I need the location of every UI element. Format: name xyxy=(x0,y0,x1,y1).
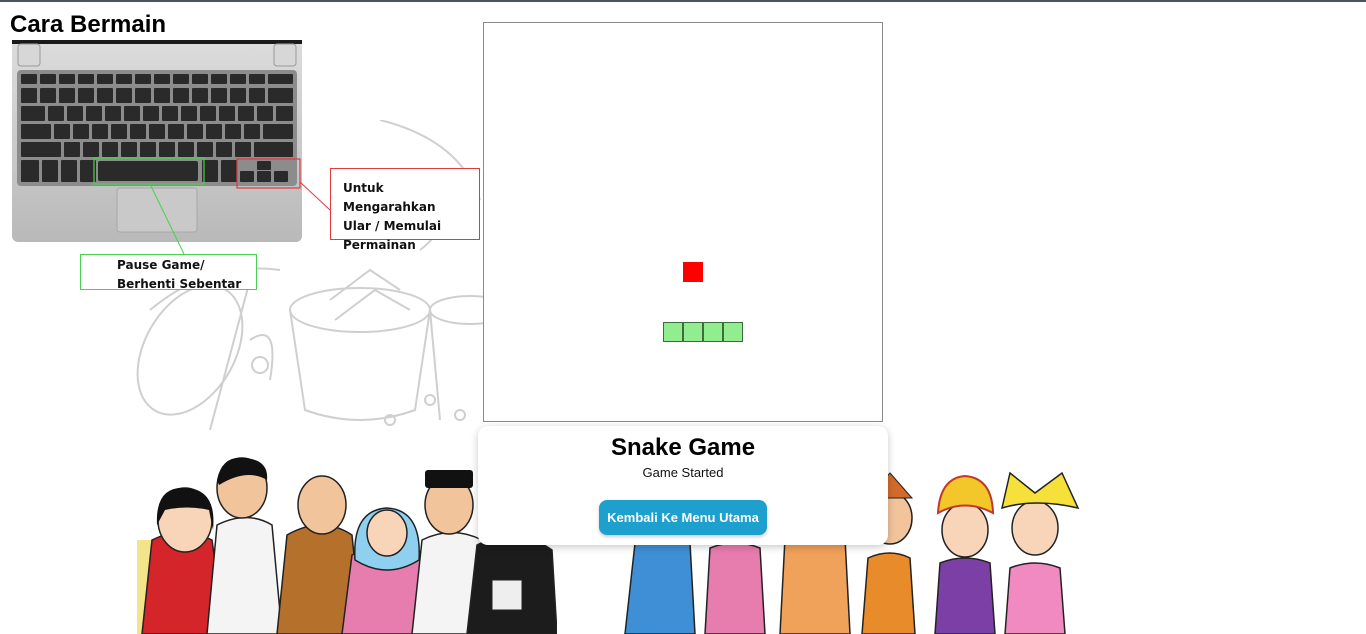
arrow-keys-caption-line: Untuk Mengarahkan xyxy=(343,181,436,214)
game-board[interactable] xyxy=(483,22,883,422)
spacebar-callout: Pause Game/ Berhenti Sebentar xyxy=(80,254,257,291)
snake-segment xyxy=(663,322,683,342)
arrow-keys-caption-line: Permainan xyxy=(343,238,416,252)
snake-segment xyxy=(723,322,743,342)
how-to-play-title: Cara Bermain xyxy=(10,11,167,38)
food-block xyxy=(683,262,703,282)
game-status: Game Started xyxy=(642,465,724,480)
snake-segment xyxy=(703,322,723,342)
game-info-panel: Snake Game Game Started Kembali Ke Menu … xyxy=(478,426,888,545)
arrow-keys-caption-line: Ular / Memulai xyxy=(343,219,442,233)
spacebar-caption-line: Berhenti Sebentar xyxy=(117,277,242,291)
spacebar-caption-line: Pause Game/ xyxy=(117,258,205,272)
back-to-main-menu-button[interactable]: Kembali Ke Menu Utama xyxy=(599,500,767,535)
game-title: Snake Game xyxy=(610,434,756,461)
top-border xyxy=(0,0,1366,2)
arrow-keys-callout: Untuk Mengarahkan Ular / Memulai Permain… xyxy=(330,168,480,252)
snake-segment xyxy=(683,322,703,342)
laptop-keyboard-illustration xyxy=(12,40,302,242)
